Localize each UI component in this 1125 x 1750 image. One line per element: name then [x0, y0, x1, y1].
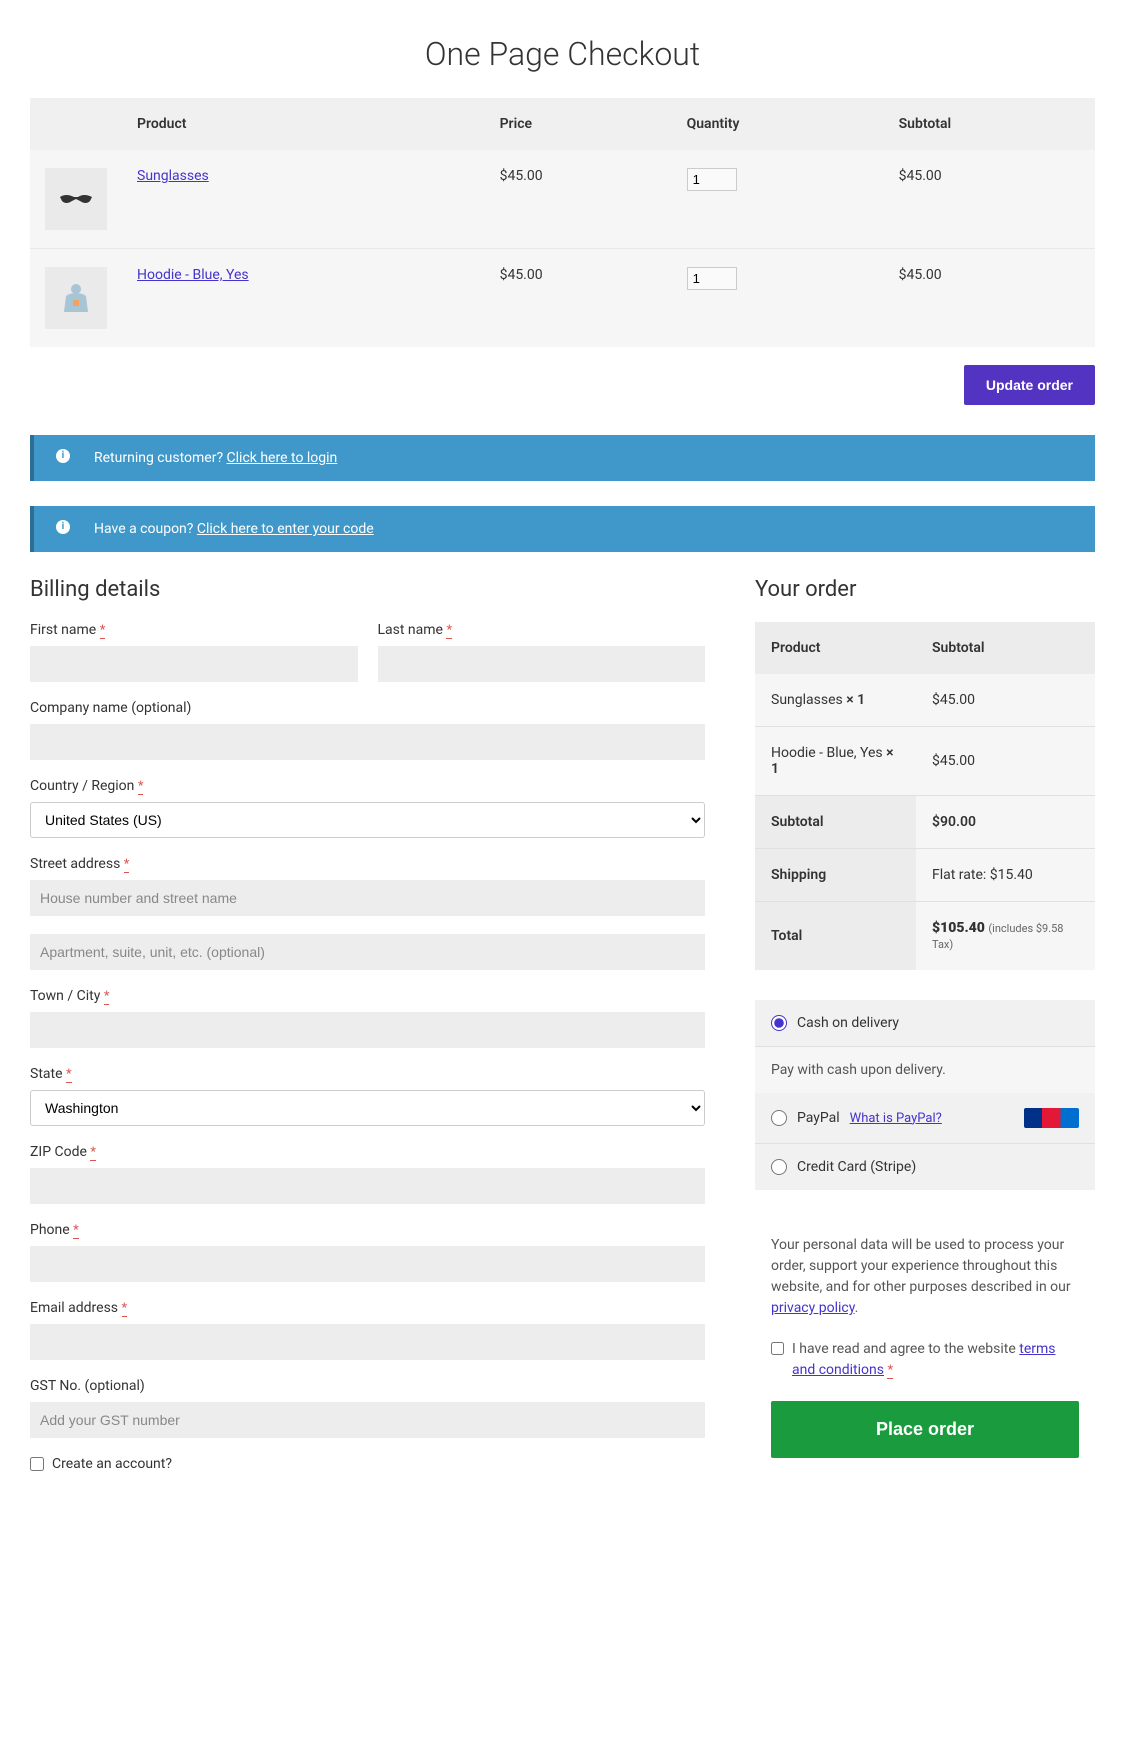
order-heading: Your order: [755, 577, 1095, 602]
total-value: $105.40 (includes $9.58 Tax): [916, 902, 1095, 971]
col-quantity: Quantity: [672, 98, 884, 150]
order-item-row: Hoodie - Blue, Yes × 1$45.00: [755, 727, 1095, 796]
billing-heading: Billing details: [30, 577, 705, 602]
cod-radio[interactable]: [771, 1015, 787, 1031]
shipping-label: Shipping: [755, 849, 916, 902]
col-product: Product: [122, 98, 485, 150]
cod-description: Pay with cash upon delivery.: [755, 1047, 1095, 1093]
place-order-button[interactable]: Place order: [771, 1401, 1079, 1458]
company-label: Company name (optional): [30, 700, 705, 716]
gst-input[interactable]: [30, 1402, 705, 1438]
login-link[interactable]: Click here to login: [227, 450, 338, 466]
payment-option-paypal[interactable]: PayPal What is PayPal?: [755, 1093, 1095, 1144]
gst-label: GST No. (optional): [30, 1378, 705, 1394]
first-name-input[interactable]: [30, 646, 358, 682]
order-product-col: Product: [755, 622, 916, 674]
product-thumb-hoodie: [45, 267, 107, 329]
info-icon: i: [56, 520, 70, 534]
privacy-section: Your personal data will be used to proce…: [755, 1215, 1095, 1478]
col-price: Price: [485, 98, 672, 150]
total-label: Total: [755, 902, 916, 971]
country-label: Country / Region *: [30, 778, 705, 794]
company-input[interactable]: [30, 724, 705, 760]
subtotal-value: $90.00: [916, 796, 1095, 849]
coupon-link[interactable]: Click here to enter your code: [197, 521, 374, 537]
product-price: $45.00: [485, 249, 672, 348]
last-name-label: Last name *: [378, 622, 706, 638]
table-row: Sunglasses $45.00 $45.00: [30, 150, 1095, 249]
update-order-button[interactable]: Update order: [964, 365, 1095, 405]
zip-input[interactable]: [30, 1168, 705, 1204]
state-select[interactable]: Washington: [30, 1090, 705, 1126]
paypal-help-link[interactable]: What is PayPal?: [850, 1111, 942, 1126]
first-name-label: First name *: [30, 622, 358, 638]
email-label: Email address *: [30, 1300, 705, 1316]
order-subtotal-col: Subtotal: [916, 622, 1095, 674]
city-input[interactable]: [30, 1012, 705, 1048]
product-subtotal: $45.00: [884, 150, 1095, 249]
privacy-policy-link[interactable]: privacy policy: [771, 1300, 855, 1316]
product-link[interactable]: Hoodie - Blue, Yes: [137, 267, 249, 283]
shipping-value: Flat rate: $15.40: [916, 849, 1095, 902]
info-icon: i: [56, 449, 70, 463]
quantity-input[interactable]: [687, 168, 737, 191]
product-table: Product Price Quantity Subtotal Sunglass…: [30, 98, 1095, 347]
order-item-row: Sunglasses × 1$45.00: [755, 674, 1095, 727]
coupon-notice-text: Have a coupon?: [94, 521, 197, 537]
product-price: $45.00: [485, 150, 672, 249]
order-summary-table: Product Subtotal Sunglasses × 1$45.00 Ho…: [755, 622, 1095, 970]
privacy-text: Your personal data will be used to proce…: [771, 1237, 1071, 1295]
create-account-checkbox[interactable]: [30, 1457, 44, 1471]
create-account-label: Create an account?: [52, 1456, 172, 1472]
payment-methods: Cash on delivery Pay with cash upon deli…: [755, 1000, 1095, 1190]
address-line2-input[interactable]: [30, 934, 705, 970]
address-label: Street address *: [30, 856, 705, 872]
email-input[interactable]: [30, 1324, 705, 1360]
phone-label: Phone *: [30, 1222, 705, 1238]
subtotal-label: Subtotal: [755, 796, 916, 849]
product-link[interactable]: Sunglasses: [137, 168, 209, 184]
payment-option-cod[interactable]: Cash on delivery: [755, 1000, 1095, 1047]
col-subtotal: Subtotal: [884, 98, 1095, 150]
product-subtotal: $45.00: [884, 249, 1095, 348]
terms-checkbox[interactable]: [771, 1342, 784, 1355]
product-thumb-sunglasses: [45, 168, 107, 230]
page-title: One Page Checkout: [30, 35, 1095, 73]
terms-prefix: I have read and agree to the website: [792, 1341, 1019, 1357]
city-label: Town / City *: [30, 988, 705, 1004]
login-notice-text: Returning customer?: [94, 450, 227, 466]
zip-label: ZIP Code *: [30, 1144, 705, 1160]
phone-input[interactable]: [30, 1246, 705, 1282]
stripe-radio[interactable]: [771, 1159, 787, 1175]
payment-option-stripe[interactable]: Credit Card (Stripe): [755, 1144, 1095, 1190]
paypal-cards-icon: [1024, 1108, 1079, 1128]
login-notice: i Returning customer? Click here to logi…: [30, 435, 1095, 481]
last-name-input[interactable]: [378, 646, 706, 682]
address-line1-input[interactable]: [30, 880, 705, 916]
state-label: State *: [30, 1066, 705, 1082]
paypal-radio[interactable]: [771, 1110, 787, 1126]
table-row: Hoodie - Blue, Yes $45.00 $45.00: [30, 249, 1095, 348]
coupon-notice: i Have a coupon? Click here to enter you…: [30, 506, 1095, 552]
country-select[interactable]: United States (US): [30, 802, 705, 838]
quantity-input[interactable]: [687, 267, 737, 290]
